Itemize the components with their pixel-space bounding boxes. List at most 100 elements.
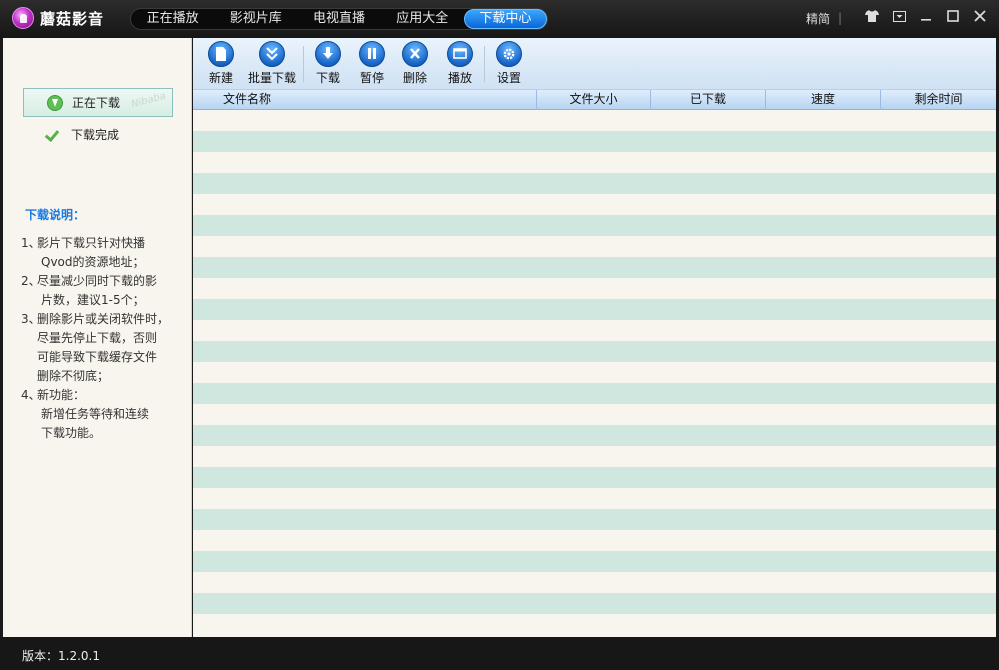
note-text: 影片下载只针对快播	[37, 236, 146, 250]
note-item: 1、影片下载只针对快播 Qvod的资源地址；	[21, 234, 189, 272]
note-text: 新功能：	[37, 388, 86, 402]
delete-icon	[402, 41, 428, 67]
sidebar: 正在下载 Nibaba 下载完成 下载说明： 1、影片下载只针对快播 Qvod的…	[3, 38, 192, 637]
tab-download-center[interactable]: 下载中心	[463, 9, 548, 29]
tab-apps[interactable]: 应用大全	[381, 9, 464, 29]
table-row	[193, 257, 996, 278]
play-icon	[447, 41, 473, 67]
toolbar-divider	[484, 46, 485, 82]
pause-button[interactable]: 暂停	[356, 41, 388, 85]
table-row	[193, 341, 996, 362]
watermark-text: Nibaba	[129, 90, 167, 111]
table-row	[193, 299, 996, 320]
table-row	[193, 425, 996, 446]
delete-button[interactable]: 删除	[399, 41, 431, 85]
column-speed[interactable]: 速度	[766, 90, 881, 110]
table-row	[193, 530, 996, 551]
minimize-icon[interactable]	[917, 9, 935, 27]
skin-shirt-icon[interactable]	[863, 9, 881, 27]
downloading-icon	[47, 94, 63, 111]
table-row	[193, 320, 996, 341]
note-item: 4、新功能： 新增任务等待和连续 下载功能。	[21, 386, 189, 443]
version-label: 版本：1.2.0.1	[22, 649, 100, 663]
note-item: 3、删除影片或关闭软件时， 尽量先停止下载，否则 可能导致下载缓存文件 删除不彻…	[21, 310, 189, 386]
table-row	[193, 383, 996, 404]
note-text: Qvod的资源地址；	[41, 255, 145, 269]
check-icon	[46, 127, 62, 143]
tab-tv-live[interactable]: 电视直播	[297, 9, 380, 29]
note-text: 可能导致下载缓存文件	[37, 350, 158, 364]
table-header: 文件名称 文件大小 已下载 速度 剩余时间	[193, 90, 996, 110]
note-text: 尽量先停止下载，否则	[37, 331, 158, 345]
column-file-name[interactable]: 文件名称	[193, 90, 537, 110]
window-controls: 精简 |	[806, 9, 989, 27]
note-number: 1、	[21, 236, 41, 250]
table-row	[193, 446, 996, 467]
download-icon	[315, 41, 341, 67]
note-text: 新增任务等待和连续	[41, 407, 150, 421]
table-row	[193, 152, 996, 173]
download-button[interactable]: 下载	[312, 41, 344, 85]
column-downloaded[interactable]: 已下载	[651, 90, 766, 110]
sidebar-item-completed[interactable]: 下载完成	[23, 120, 173, 149]
title-bar: 蘑菇影音 正在播放 影视片库 电视直播 应用大全 下载中心 精简 |	[0, 0, 999, 38]
simplify-toggle[interactable]: 精简	[806, 10, 830, 27]
note-number: 3、	[21, 312, 41, 326]
pause-label: 暂停	[359, 71, 384, 85]
delete-label: 删除	[402, 71, 427, 85]
table-row	[193, 488, 996, 509]
tab-now-playing[interactable]: 正在播放	[131, 9, 214, 29]
sidebar-item-downloading[interactable]: 正在下载 Nibaba	[23, 88, 173, 117]
settings-label: 设置	[496, 71, 521, 85]
note-text: 删除影片或关闭软件时，	[37, 312, 170, 326]
table-row	[193, 194, 996, 215]
column-time-remaining[interactable]: 剩余时间	[881, 90, 996, 110]
table-row	[193, 215, 996, 236]
close-icon[interactable]	[971, 9, 989, 27]
table-row	[193, 614, 996, 635]
note-text: 下载功能。	[41, 426, 102, 440]
settings-button[interactable]: 设置	[493, 41, 525, 85]
pause-icon	[359, 41, 385, 67]
table-row	[193, 362, 996, 383]
new-file-icon	[208, 41, 234, 67]
batch-download-icon	[259, 41, 285, 67]
download-label: 下载	[315, 71, 340, 85]
download-center-panel: 新建 批量下载 下载 暂停 删除 播放 设置 文件名称 文件大小 已下载 速度 …	[193, 38, 996, 637]
tab-video-library[interactable]: 影视片库	[214, 9, 297, 29]
download-list[interactable]	[193, 110, 996, 637]
table-row	[193, 173, 996, 194]
maximize-icon[interactable]	[944, 9, 962, 27]
app-logo: 蘑菇影音	[12, 7, 104, 29]
column-file-size[interactable]: 文件大小	[537, 90, 651, 110]
new-button[interactable]: 新建	[205, 41, 237, 85]
table-row	[193, 467, 996, 488]
play-label: 播放	[447, 71, 472, 85]
download-notes: 1、影片下载只针对快播 Qvod的资源地址； 2、尽量减少同时下载的影 片数，建…	[21, 234, 189, 443]
menu-dropdown-icon[interactable]	[890, 9, 908, 27]
table-row	[193, 572, 996, 593]
note-text: 删除不彻底；	[37, 369, 110, 383]
notes-title: 下载说明：	[25, 208, 86, 222]
title-divider: |	[837, 11, 842, 25]
note-text: 片数，建议1-5个；	[41, 293, 145, 307]
batch-download-button[interactable]: 批量下载	[247, 41, 297, 85]
sidebar-item-label: 下载完成	[71, 128, 120, 142]
toolbar-divider	[303, 46, 304, 82]
table-row	[193, 236, 996, 257]
table-row	[193, 551, 996, 572]
table-row	[193, 110, 996, 131]
batch-download-label: 批量下载	[247, 71, 296, 85]
status-bar: 版本：1.2.0.1	[0, 637, 999, 670]
new-button-label: 新建	[208, 71, 233, 85]
note-item: 2、尽量减少同时下载的影 片数，建议1-5个；	[21, 272, 189, 310]
mushroom-logo-icon	[12, 7, 34, 29]
play-button[interactable]: 播放	[444, 41, 476, 85]
app-title: 蘑菇影音	[40, 9, 105, 28]
toolbar: 新建 批量下载 下载 暂停 删除 播放 设置	[193, 38, 996, 90]
table-row	[193, 278, 996, 299]
table-row	[193, 509, 996, 530]
note-text: 尽量减少同时下载的影	[37, 274, 158, 288]
gear-icon	[496, 41, 522, 67]
table-row	[193, 131, 996, 152]
